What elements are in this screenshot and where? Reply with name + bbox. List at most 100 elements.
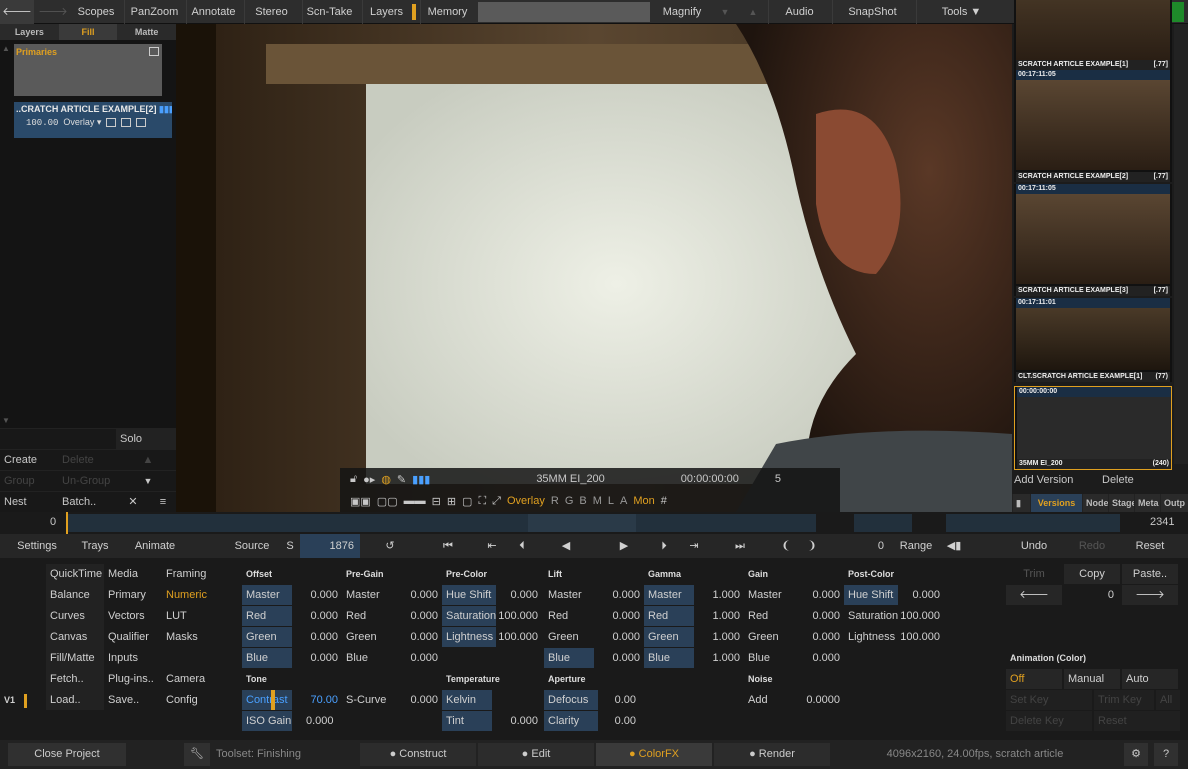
scroll-up-icon[interactable]: ▲ [2, 44, 10, 53]
go-end-icon[interactable]: ⏭ [728, 534, 752, 558]
menu-canvas[interactable]: Canvas [46, 627, 104, 647]
mark-in-icon[interactable]: ❨ [778, 534, 794, 558]
mon-button[interactable]: Mon [633, 495, 654, 507]
memory-button[interactable]: Memory [420, 0, 474, 24]
pregain-blue-value[interactable]: 0.000 [392, 648, 442, 668]
anim-auto-button[interactable]: Auto [1122, 669, 1178, 689]
animate-button[interactable]: Animate [126, 534, 184, 558]
record-icon[interactable]: ●▸ [363, 473, 375, 486]
lift-master-value[interactable]: 0.000 [594, 585, 644, 605]
nest-button[interactable]: Nest [0, 492, 58, 512]
menu-inputs[interactable]: Inputs [104, 648, 162, 668]
play-reverse-icon[interactable]: ◀ [554, 534, 578, 558]
copy-button[interactable]: Copy [1064, 564, 1120, 584]
offset-red-value[interactable]: 0.000 [292, 606, 342, 626]
go-start-icon[interactable]: ⏮ [436, 534, 460, 558]
construct-tab[interactable]: ● Construct [360, 743, 476, 766]
timeline-segment[interactable] [946, 514, 1120, 532]
gamma-master-value[interactable]: 1.000 [694, 585, 744, 605]
pregain-master-value[interactable]: 0.000 [392, 585, 442, 605]
precolor-saturation-value[interactable]: 100.000 [496, 606, 542, 626]
render-tab[interactable]: ● Render [714, 743, 830, 766]
wrench-icon[interactable]: 🔧︎ [184, 743, 210, 766]
stereo-button[interactable]: Stereo [244, 0, 298, 24]
gamma-green-value[interactable]: 1.000 [694, 627, 744, 647]
layer-option-icon[interactable] [121, 118, 132, 127]
scopes-button[interactable]: Scopes [72, 0, 120, 24]
version-thumb-2[interactable]: 00:17:11:05 SCRATCH ARTICLE EXAMPLE[2] [.… [1014, 70, 1172, 182]
memory-field[interactable] [478, 2, 650, 22]
s-button[interactable]: S [282, 534, 298, 558]
channel-m[interactable]: M [593, 495, 602, 507]
move-up-icon[interactable]: ▲ [116, 450, 176, 470]
close-project-button[interactable]: Close Project [8, 743, 126, 766]
batch-button[interactable]: Batch.. [58, 492, 116, 512]
menu-masks[interactable]: Masks [162, 627, 222, 647]
panel-handle-icon[interactable]: ▮ [1012, 494, 1030, 512]
primaries-layer[interactable]: Primaries [14, 44, 162, 96]
tint-value[interactable]: 0.000 [492, 711, 542, 731]
version-thumb-5[interactable]: 00:00:00:00 35MM EI_200 (240) [1014, 386, 1172, 470]
menu-curves[interactable]: Curves [46, 606, 104, 626]
magnify-button[interactable]: Magnify [652, 0, 712, 24]
trays-button[interactable]: Trays [66, 534, 124, 558]
prev-frame-icon[interactable]: ⏴ [510, 534, 534, 558]
gamma-blue-value[interactable]: 1.000 [694, 648, 744, 668]
offset-green-value[interactable]: 0.000 [292, 627, 342, 647]
back-arrow-icon[interactable]: 🡐 [0, 0, 34, 24]
offset-master-value[interactable]: 0.000 [292, 585, 342, 605]
menu-qualifier[interactable]: Qualifier [104, 627, 162, 647]
forward-arrow-icon[interactable]: 🡒 [36, 0, 70, 24]
gain-master-value[interactable]: 0.000 [794, 585, 844, 605]
next-mark-icon[interactable]: ⇥ [682, 534, 706, 558]
channel-g[interactable]: G [565, 495, 574, 507]
offset-blue-value[interactable]: 0.000 [292, 648, 342, 668]
scroll-down-icon[interactable]: ▼ [2, 416, 10, 425]
mark-out-icon[interactable]: ❩ [804, 534, 820, 558]
image-viewer[interactable] [176, 24, 1012, 512]
add-version-button[interactable]: Add Version [1014, 474, 1094, 486]
audio-button[interactable]: Audio [768, 0, 830, 24]
menu-quicktime[interactable]: QuickTime [46, 564, 104, 584]
right-arrow-icon[interactable]: 🡒 [1122, 585, 1178, 605]
source-button[interactable]: Source [230, 534, 274, 558]
tab-node[interactable]: Node [1082, 494, 1108, 512]
menu-fill-matte[interactable]: Fill/Matte [46, 648, 104, 668]
blend-mode-dropdown[interactable]: Overlay ▾ [63, 117, 101, 128]
tab-output[interactable]: Outp [1160, 494, 1188, 512]
scn-take-button[interactable]: Scn-Take [302, 0, 356, 24]
create-button[interactable]: Create [0, 450, 58, 470]
loop-icon[interactable]: ↺ [378, 534, 402, 558]
ungroup-button[interactable]: Un-Group [58, 471, 116, 491]
layer-item[interactable]: ..CRATCH ARTICLE EXAMPLE[2] ▮▮▮ 100.00 O… [14, 102, 172, 138]
one-to-one-icon[interactable]: ▢ [462, 495, 472, 508]
redo-button[interactable]: Redo [1064, 534, 1120, 558]
split-icon[interactable]: ▢▢ [377, 495, 398, 508]
count-field[interactable]: 0 [830, 534, 890, 558]
tab-stage[interactable]: Stage [1108, 494, 1134, 512]
pregain-green-value[interactable]: 0.000 [392, 627, 442, 647]
layer-option-icon[interactable] [136, 118, 147, 127]
minus-icon[interactable]: ⊟ [432, 495, 441, 508]
fullscreen-icon[interactable]: ⤢ [492, 495, 501, 508]
menu-icon[interactable]: ≡ [146, 492, 176, 512]
menu-primary[interactable]: Primary [104, 585, 162, 605]
versions-scrollbar[interactable] [1174, 24, 1188, 464]
anim-off-button[interactable]: Off [1006, 669, 1062, 689]
menu-framing[interactable]: Framing [162, 564, 222, 584]
menu-media[interactable]: Media [104, 564, 162, 584]
bars-icon[interactable]: ▮▮▮ [412, 473, 430, 486]
tab-versions[interactable]: Versions [1030, 494, 1082, 512]
menu-balance[interactable]: Balance [46, 585, 104, 605]
play-icon[interactable]: ▶ [612, 534, 636, 558]
iso-gain-value[interactable]: 0.000 [292, 711, 342, 731]
scurve-value[interactable]: 0.000 [392, 690, 442, 710]
timeline-segment[interactable] [68, 514, 528, 532]
channel-a[interactable]: A [620, 495, 627, 507]
channel-l[interactable]: L [608, 495, 614, 507]
version-thumb-4[interactable]: 00:17:11:01 CLT.SCRATCH ARTICLE EXAMPLE[… [1014, 298, 1172, 382]
precolor-hue-value[interactable]: 0.000 [496, 585, 542, 605]
version-thumb-3[interactable]: 00:17:11:05 SCRATCH ARTICLE EXAMPLE[3] [.… [1014, 184, 1172, 296]
opacity-value[interactable]: 100.00 [26, 118, 58, 128]
anim-manual-button[interactable]: Manual [1064, 669, 1120, 689]
